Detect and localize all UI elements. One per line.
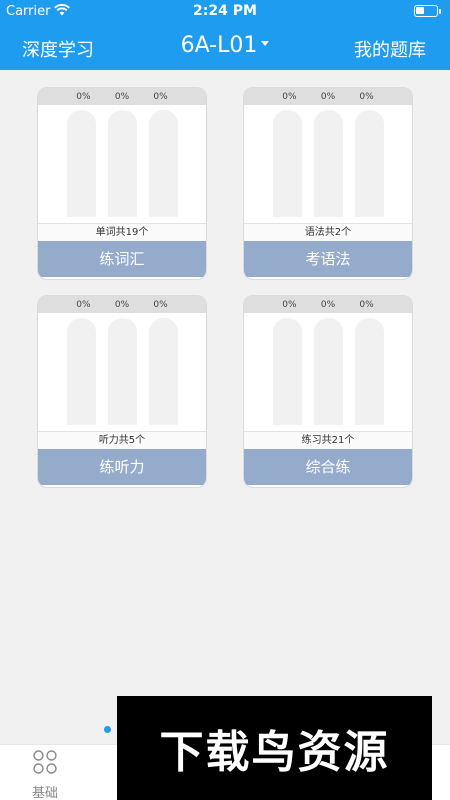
vocabulary-card: 0% 0% 0% 单词共19个 练词汇	[38, 88, 206, 279]
progress-bars	[38, 313, 206, 431]
progress-percent: 0%	[320, 91, 336, 102]
watermark-text: 下载鸟资源	[159, 727, 390, 778]
grammar-card: 0% 0% 0% 语法共2个 考语法	[244, 88, 412, 279]
progress-bars	[38, 105, 206, 223]
page-title: 6A-L01	[180, 33, 258, 58]
status-bar: Carrier 2:24 PM	[0, 0, 450, 24]
card-progress-header: 0% 0% 0%	[244, 296, 412, 313]
progress-bar	[107, 110, 137, 217]
card-progress-header: 0% 0% 0%	[38, 88, 206, 105]
progress-percent: 0%	[359, 299, 374, 310]
progress-percent: 0%	[114, 299, 130, 310]
progress-bars	[244, 313, 412, 431]
progress-bar	[107, 318, 137, 425]
item-count: 单词共19个	[38, 223, 206, 241]
progress-bar	[313, 110, 343, 217]
progress-bar	[272, 318, 302, 425]
status-time: 2:24 PM	[193, 3, 257, 19]
comprehensive-practice-button[interactable]: 综合练	[244, 449, 412, 485]
card-progress-header: 0% 0% 0%	[38, 296, 206, 313]
progress-percent: 0%	[114, 91, 130, 102]
tab-basic[interactable]: 基础	[0, 745, 90, 800]
progress-percent: 0%	[282, 299, 297, 310]
progress-bar	[354, 318, 384, 425]
battery-icon	[414, 5, 441, 17]
test-grammar-button[interactable]: 考语法	[244, 241, 412, 277]
nav-bar: 深度学习 6A-L01 我的题库	[0, 28, 450, 68]
progress-percent: 0%	[76, 91, 91, 102]
progress-bar	[66, 110, 96, 217]
page-dot	[104, 726, 111, 733]
progress-percent: 0%	[282, 91, 297, 102]
grid-icon	[33, 750, 57, 774]
tab-label: 基础	[31, 786, 58, 800]
practice-vocabulary-button[interactable]: 练词汇	[38, 241, 206, 277]
card-progress-header: 0% 0% 0%	[244, 88, 412, 105]
progress-percent: 0%	[153, 91, 168, 102]
progress-bar	[313, 318, 343, 425]
progress-bar	[66, 318, 96, 425]
watermark-overlay: 下载鸟资源	[117, 696, 432, 800]
progress-bar	[148, 110, 178, 217]
progress-percent: 0%	[359, 91, 374, 102]
my-question-bank-button[interactable]: 我的题库	[354, 36, 426, 62]
progress-bar	[272, 110, 302, 217]
progress-percent: 0%	[153, 299, 168, 310]
comprehensive-card: 0% 0% 0% 练习共21个 综合练	[244, 296, 412, 487]
caret-down-icon	[261, 40, 270, 46]
top-bar: Carrier 2:24 PM 深度学习 6A-L01 我的题库	[0, 0, 450, 70]
item-count: 听力共5个	[38, 431, 206, 449]
progress-percent: 0%	[76, 299, 91, 310]
listening-card: 0% 0% 0% 听力共5个 练听力	[38, 296, 206, 487]
item-count: 语法共2个	[244, 223, 412, 241]
progress-percent: 0%	[320, 299, 336, 310]
item-count: 练习共21个	[244, 431, 412, 449]
progress-bars	[244, 105, 412, 223]
practice-listening-button[interactable]: 练听力	[38, 449, 206, 485]
progress-bar	[354, 110, 384, 217]
progress-bar	[148, 318, 178, 425]
